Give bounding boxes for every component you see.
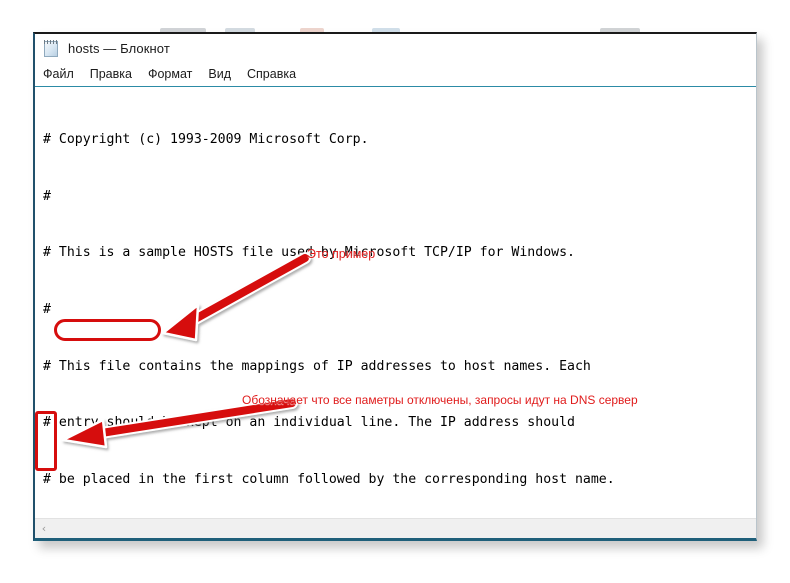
- hosts-file-content: # Copyright (c) 1993-2009 Microsoft Corp…: [43, 93, 756, 511]
- notepad-icon: [43, 39, 60, 59]
- notepad-window: hosts — Блокнот Файл Правка Формат Вид С…: [33, 32, 757, 541]
- scrollbar-track[interactable]: [53, 519, 756, 538]
- menu-bar: Файл Правка Формат Вид Справка: [35, 62, 756, 87]
- menu-item-help[interactable]: Справка: [247, 67, 305, 81]
- scroll-left-arrow-icon[interactable]: ‹: [35, 519, 53, 538]
- text-line: # Copyright (c) 1993-2009 Microsoft Corp…: [43, 131, 369, 147]
- menu-item-format[interactable]: Формат: [148, 67, 201, 81]
- text-line: # be placed in the first column followed…: [43, 472, 615, 488]
- text-editor-area[interactable]: # Copyright (c) 1993-2009 Microsoft Corp…: [35, 87, 756, 511]
- menu-item-edit[interactable]: Правка: [90, 67, 141, 81]
- text-line: #: [43, 188, 51, 204]
- text-line: # This is a sample HOSTS file used by Mi…: [43, 245, 575, 261]
- text-line: # entry should be kept on an individual …: [43, 415, 575, 431]
- text-line: #: [43, 301, 51, 317]
- title-bar: hosts — Блокнот: [35, 34, 756, 62]
- window-title: hosts — Блокнот: [68, 40, 170, 56]
- text-line: # This file contains the mappings of IP …: [43, 358, 591, 374]
- horizontal-scrollbar[interactable]: ‹: [35, 518, 756, 538]
- menu-item-file[interactable]: Файл: [43, 67, 83, 81]
- menu-item-view[interactable]: Вид: [208, 67, 240, 81]
- screenshot-root: hosts — Блокнот Файл Правка Формат Вид С…: [0, 0, 790, 583]
